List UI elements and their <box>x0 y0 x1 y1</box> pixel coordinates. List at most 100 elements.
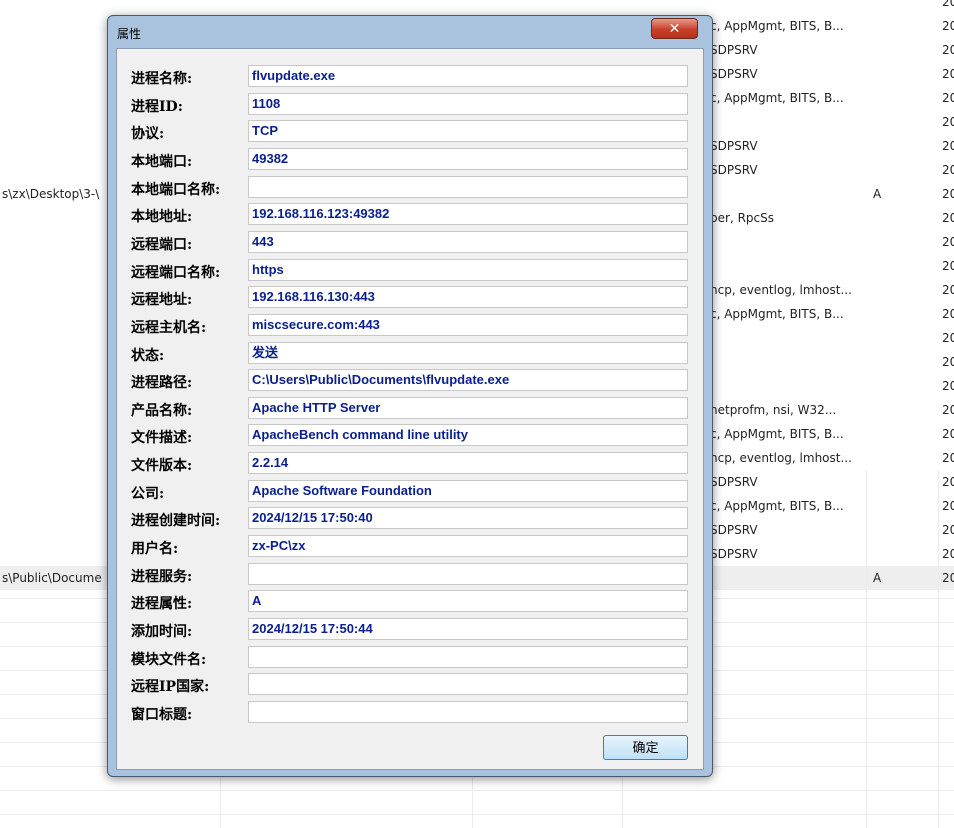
list-cell: SDPSRV <box>710 43 758 57</box>
field-label: 协议: <box>131 126 165 142</box>
list-cell: s\Public\Docume <box>2 571 102 585</box>
list-cell: SDPSRV <box>710 475 758 489</box>
close-icon: ✕ <box>668 21 681 37</box>
grid-column-line <box>866 470 867 828</box>
list-cell: SDPSRV <box>710 139 758 153</box>
field-value[interactable]: C:\Users\Public\Documents\flvupdate.exe <box>248 369 688 391</box>
field-row: 进程创建时间: 2024/12/15 17:50:40 <box>117 507 705 531</box>
list-cell: SDPSRV <box>710 547 758 561</box>
field-row: 产品名称: Apache HTTP Server <box>117 397 705 421</box>
list-cell: 20 <box>942 307 954 321</box>
field-row: 协议: TCP <box>117 120 705 144</box>
dialog-body: 确定 进程名称: flvupdate.exe 进程ID: 1108 协议: TCP 本地端口… <box>116 48 704 770</box>
list-cell: 20 <box>942 139 954 153</box>
field-value[interactable]: 192.168.116.123:49382 <box>248 203 688 225</box>
field-value[interactable]: A <box>248 590 688 612</box>
field-row: 添加时间: 2024/12/15 17:50:44 <box>117 618 705 642</box>
field-value[interactable]: 192.168.116.130:443 <box>248 286 688 308</box>
field-row: 远程地址: 192.168.116.130:443 <box>117 286 705 310</box>
list-cell: 20 <box>942 355 954 369</box>
field-row: 用户名: zx-PC\zx <box>117 535 705 559</box>
field-row: 进程路径: C:\Users\Public\Documents\flvupdate… <box>117 369 705 393</box>
list-cell: 20 <box>942 211 954 225</box>
field-value[interactable] <box>248 646 688 668</box>
field-value[interactable] <box>248 563 688 585</box>
list-cell: c, AppMgmt, BITS, B... <box>710 427 844 441</box>
field-row: 远程主机名: miscsecure.com:443 <box>117 314 705 338</box>
ok-button[interactable]: 确定 <box>603 735 688 760</box>
list-cell: 20 <box>942 163 954 177</box>
list-cell: netprofm, nsi, W32... <box>710 403 837 417</box>
list-cell: 20 <box>942 259 954 273</box>
field-label: 远程端口: <box>131 237 193 253</box>
field-row: 文件版本: 2.2.14 <box>117 452 705 476</box>
field-label: 窗口标题: <box>131 707 193 723</box>
field-label: 远程端口名称: <box>131 265 221 281</box>
field-label: 进程ID: <box>131 99 183 115</box>
field-value[interactable]: 1108 <box>248 93 688 115</box>
field-value[interactable]: zx-PC\zx <box>248 535 688 557</box>
field-value[interactable]: https <box>248 259 688 281</box>
list-cell: c, AppMgmt, BITS, B... <box>710 19 844 33</box>
field-value[interactable]: 发送 <box>248 342 688 364</box>
field-value[interactable] <box>248 176 688 198</box>
field-label: 模块文件名: <box>131 652 207 668</box>
field-value[interactable]: 2024/12/15 17:50:44 <box>248 618 688 640</box>
list-cell: 20 <box>942 115 954 129</box>
list-cell: 20 <box>942 235 954 249</box>
field-row: 本地端口名称: <box>117 176 705 200</box>
field-label: 本地端口名称: <box>131 182 221 198</box>
list-cell: s\zx\Desktop\3-\ <box>2 187 100 201</box>
field-label: 添加时间: <box>131 624 193 640</box>
field-value[interactable] <box>248 673 688 695</box>
list-cell: A <box>873 187 882 201</box>
field-value[interactable]: TCP <box>248 120 688 142</box>
list-cell: 20 <box>942 475 954 489</box>
field-row: 模块文件名: <box>117 646 705 670</box>
field-label: 本地地址: <box>131 209 193 225</box>
list-cell: 20 <box>942 19 954 33</box>
properties-dialog: 属性 ✕ 确定 进程名称: flvupdate.exe 进程ID: 1108 协议: TC… <box>107 15 713 777</box>
list-row[interactable]: 20 <box>0 0 954 14</box>
field-row: 远程端口: 443 <box>117 231 705 255</box>
list-cell: 20 <box>942 547 954 561</box>
field-value[interactable]: 49382 <box>248 148 688 170</box>
field-value[interactable]: Apache Software Foundation <box>248 480 688 502</box>
list-cell: c, AppMgmt, BITS, B... <box>710 307 844 321</box>
list-cell: 20 <box>942 403 954 417</box>
field-label: 进程属性: <box>131 596 193 612</box>
field-value[interactable]: flvupdate.exe <box>248 65 688 87</box>
field-value[interactable]: miscsecure.com:443 <box>248 314 688 336</box>
list-cell: 20 <box>942 427 954 441</box>
field-row: 进程服务: <box>117 563 705 587</box>
close-button[interactable]: ✕ <box>651 18 698 39</box>
field-value[interactable]: 2024/12/15 17:50:40 <box>248 507 688 529</box>
field-label: 文件版本: <box>131 458 193 474</box>
list-cell: 20 <box>942 499 954 513</box>
field-label: 远程主机名: <box>131 320 207 336</box>
list-cell: 20 <box>942 523 954 537</box>
field-row: 状态: 发送 <box>117 342 705 366</box>
field-value[interactable]: 443 <box>248 231 688 253</box>
list-cell: per, RpcSs <box>710 211 774 225</box>
field-row: 文件描述: ApacheBench command line utility <box>117 424 705 448</box>
field-label: 文件描述: <box>131 430 193 446</box>
field-row: 进程名称: flvupdate.exe <box>117 65 705 89</box>
list-cell: 20 <box>942 331 954 345</box>
field-label: 进程路径: <box>131 375 193 391</box>
field-value[interactable]: ApacheBench command line utility <box>248 424 688 446</box>
list-cell: SDPSRV <box>710 163 758 177</box>
grid-line <box>0 790 954 791</box>
field-value[interactable]: Apache HTTP Server <box>248 397 688 419</box>
list-cell: SDPSRV <box>710 523 758 537</box>
list-cell: c, AppMgmt, BITS, B... <box>710 91 844 105</box>
list-cell: 20 <box>942 0 954 9</box>
field-row: 本地地址: 192.168.116.123:49382 <box>117 203 705 227</box>
list-cell: 20 <box>942 67 954 81</box>
field-label: 状态: <box>131 348 165 364</box>
field-label: 进程创建时间: <box>131 513 221 529</box>
list-cell: 20 <box>942 571 954 585</box>
field-value[interactable]: 2.2.14 <box>248 452 688 474</box>
field-label: 进程名称: <box>131 71 193 87</box>
field-value[interactable] <box>248 701 688 723</box>
